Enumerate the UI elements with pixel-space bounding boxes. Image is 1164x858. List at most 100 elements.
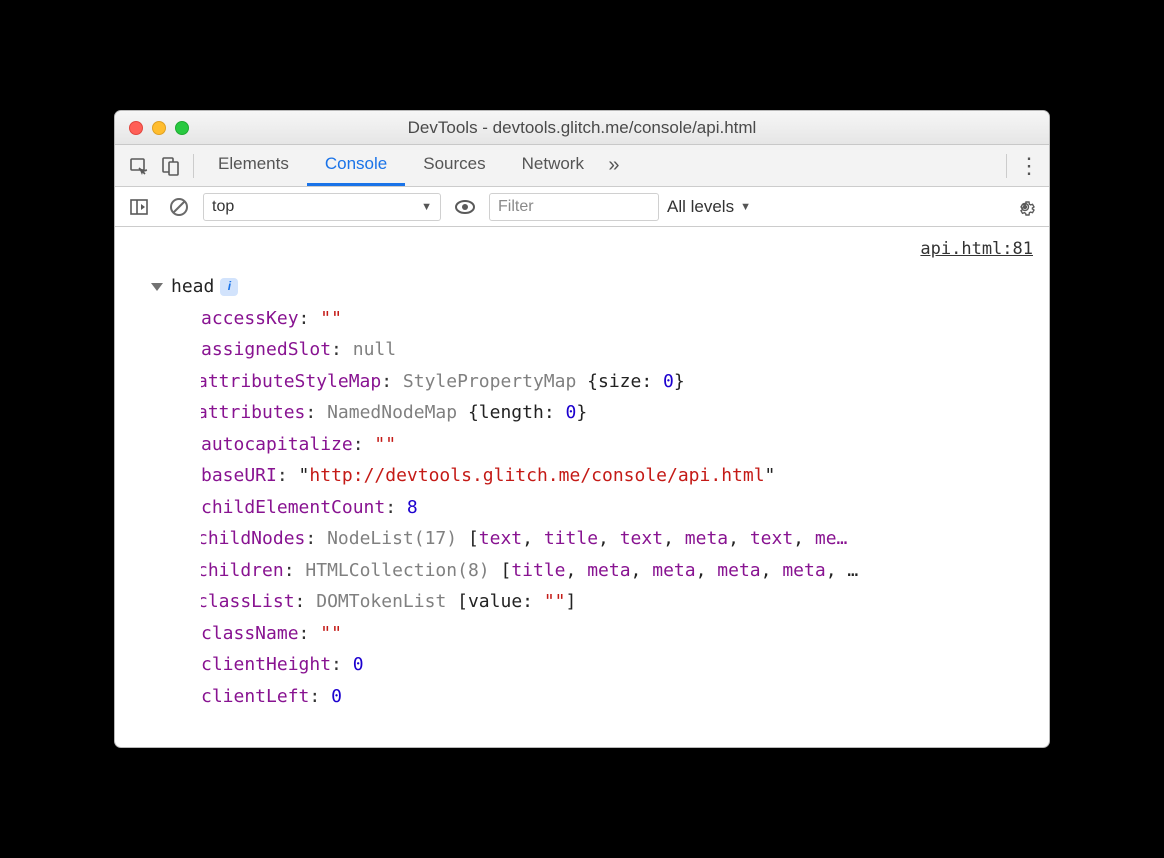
- property-value-token: ]: [566, 591, 577, 612]
- property-value-token: NodeList(17): [327, 528, 468, 549]
- property-value-token: }: [674, 371, 685, 392]
- property-value-token: [: [468, 528, 479, 549]
- property-value-token: [: [500, 560, 511, 581]
- property-value-token: ": [765, 465, 776, 486]
- tabs: Elements Console Sources Network »: [200, 145, 1000, 186]
- property-row-expandable[interactable]: attributeStyleMap: StylePropertyMap {siz…: [201, 366, 1035, 398]
- colon: :: [385, 497, 407, 518]
- settings-menu-icon[interactable]: ⋮: [1017, 153, 1041, 179]
- property-value-token: size:: [598, 371, 663, 392]
- property-row-expandable[interactable]: children: HTMLCollection(8) [title, meta…: [201, 555, 1035, 587]
- property-value-token: title: [511, 560, 565, 581]
- property-key: children: [201, 560, 284, 581]
- property-value-token: meta: [717, 560, 760, 581]
- log-levels-selector[interactable]: All levels ▼: [667, 197, 751, 217]
- property-value-token: {: [587, 371, 598, 392]
- property-value-token: [: [457, 591, 468, 612]
- device-toolbar-icon[interactable]: [155, 150, 187, 182]
- filter-input[interactable]: [489, 193, 659, 221]
- property-row-expandable[interactable]: classList: DOMTokenList [value: ""]: [201, 586, 1035, 618]
- colon: :: [284, 560, 306, 581]
- property-value-token: "": [544, 591, 566, 612]
- property-value-token: text: [620, 528, 663, 549]
- clear-console-icon[interactable]: [163, 191, 195, 223]
- property-key: baseURI: [201, 465, 277, 486]
- property-value-token: text: [750, 528, 793, 549]
- property-value-token: }: [576, 402, 587, 423]
- property-value-token: DOMTokenList: [316, 591, 457, 612]
- console-toolbar: top ▼ All levels ▼: [115, 187, 1049, 227]
- tab-network[interactable]: Network: [504, 145, 602, 186]
- log-levels-label: All levels: [667, 197, 734, 217]
- colon: :: [309, 686, 331, 707]
- property-value-token: ,: [522, 528, 544, 549]
- property-value-token: ,: [696, 560, 718, 581]
- execution-context-label: top: [212, 198, 234, 216]
- property-value-token: length:: [479, 402, 566, 423]
- property-row: assignedSlot: null: [201, 334, 1035, 366]
- property-row: autocapitalize: "": [201, 429, 1035, 461]
- property-row-expandable[interactable]: attributes: NamedNodeMap {length: 0}: [201, 397, 1035, 429]
- titlebar: DevTools - devtools.glitch.me/console/ap…: [115, 111, 1049, 145]
- live-expression-icon[interactable]: [449, 191, 481, 223]
- property-row: childElementCount: 8: [201, 492, 1035, 524]
- info-badge-icon[interactable]: i: [220, 278, 238, 296]
- property-value-token: text: [479, 528, 522, 549]
- property-value-token: {: [468, 402, 479, 423]
- property-key: autocapitalize: [201, 434, 353, 455]
- property-row: className: "": [201, 618, 1035, 650]
- property-key: clientLeft: [201, 686, 309, 707]
- execution-context-selector[interactable]: top ▼: [203, 193, 441, 221]
- colon: :: [305, 528, 327, 549]
- window-zoom-button[interactable]: [175, 121, 189, 135]
- window-minimize-button[interactable]: [152, 121, 166, 135]
- property-value-token: HTMLCollection(8): [305, 560, 500, 581]
- property-row: clientHeight: 0: [201, 649, 1035, 681]
- property-value-token: NamedNodeMap: [327, 402, 468, 423]
- colon: :: [299, 308, 321, 329]
- tab-elements[interactable]: Elements: [200, 145, 307, 186]
- property-key: clientHeight: [201, 654, 331, 675]
- source-link[interactable]: api.html:81: [920, 235, 1033, 265]
- property-key: attributeStyleMap: [201, 371, 381, 392]
- property-value-token: meta: [652, 560, 695, 581]
- property-value-token: ,: [793, 528, 815, 549]
- property-value-token: null: [353, 339, 396, 360]
- devtools-window: DevTools - devtools.glitch.me/console/ap…: [114, 110, 1050, 748]
- property-value-token: "": [374, 434, 396, 455]
- property-value-token: me…: [815, 528, 848, 549]
- property-value-token: 8: [407, 497, 418, 518]
- property-value-token: 0: [663, 371, 674, 392]
- property-key: childNodes: [201, 528, 305, 549]
- property-row-expandable[interactable]: childNodes: NodeList(17) [text, title, t…: [201, 523, 1035, 555]
- separator: [1006, 154, 1007, 178]
- object-root-row[interactable]: head i: [151, 271, 1035, 303]
- inspect-element-icon[interactable]: [123, 150, 155, 182]
- property-value-token: ,: [761, 560, 783, 581]
- property-value-token: "": [320, 623, 342, 644]
- toggle-sidebar-icon[interactable]: [123, 191, 155, 223]
- colon: :: [295, 591, 317, 612]
- console-settings-icon[interactable]: [1009, 191, 1041, 223]
- property-value-token: "": [320, 308, 342, 329]
- colon: :: [331, 654, 353, 675]
- property-value-token: 0: [353, 654, 364, 675]
- tab-console[interactable]: Console: [307, 145, 405, 186]
- window-close-button[interactable]: [129, 121, 143, 135]
- property-key: assignedSlot: [201, 339, 331, 360]
- property-row: clientLeft: 0: [201, 681, 1035, 713]
- tab-sources[interactable]: Sources: [405, 145, 503, 186]
- property-value-token: , …: [826, 560, 859, 581]
- separator: [193, 154, 194, 178]
- disclosure-triangle-open-icon[interactable]: [151, 283, 163, 291]
- colon: :: [277, 465, 299, 486]
- property-value-token: http://devtools.glitch.me/console/api.ht…: [309, 465, 764, 486]
- property-value-token: ,: [566, 560, 588, 581]
- property-row: accessKey: "": [201, 303, 1035, 335]
- property-key: accessKey: [201, 308, 299, 329]
- window-controls: [115, 121, 189, 135]
- object-tree: head i accessKey: ""assignedSlot: nullat…: [151, 271, 1035, 712]
- colon: :: [305, 402, 327, 423]
- tabs-overflow-button[interactable]: »: [602, 145, 626, 186]
- property-value-token: ,: [663, 528, 685, 549]
